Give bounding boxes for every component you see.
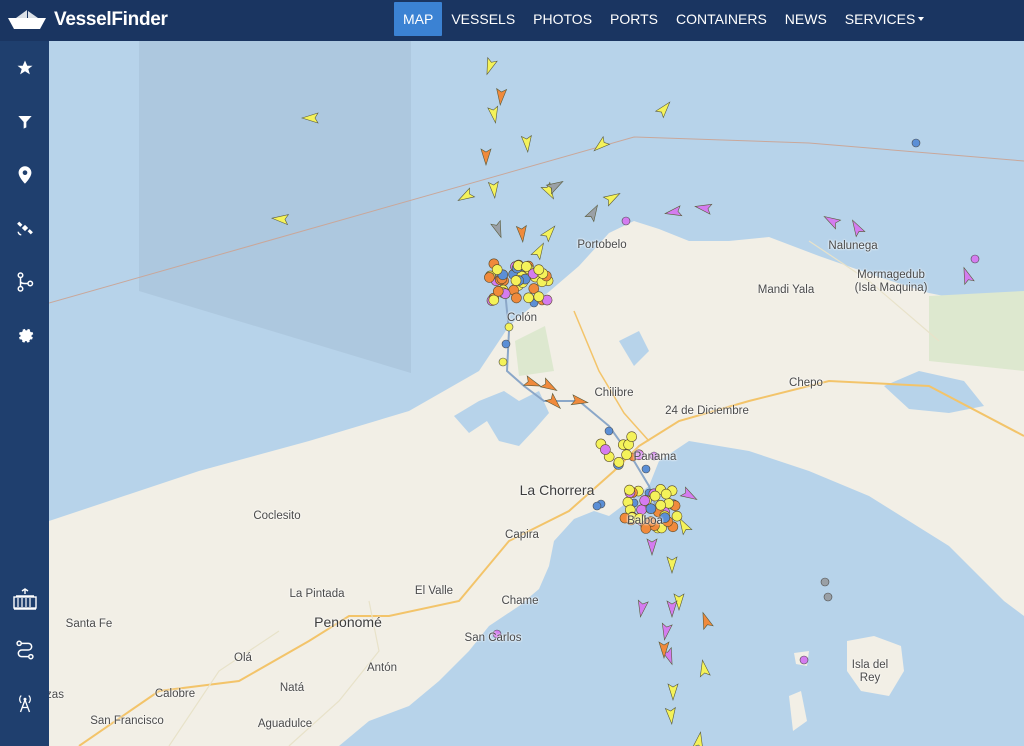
nav-news[interactable]: NEWS	[776, 2, 836, 36]
vessel-marker[interactable]	[671, 510, 683, 522]
top-navigation-bar: VesselFinder MAP VESSELS PHOTOS PORTS CO…	[0, 0, 1024, 41]
place-label: Colón	[506, 312, 538, 324]
place-label: Chilibre	[594, 387, 634, 399]
place-label: Aguadulce	[257, 718, 313, 730]
nav-photos[interactable]: PHOTOS	[524, 2, 601, 36]
vessel-marker[interactable]	[511, 292, 522, 304]
ship-logo-icon	[8, 10, 46, 29]
vessel-marker[interactable]	[492, 286, 504, 297]
vessel-marker[interactable]	[639, 495, 651, 506]
place-label: Coclesito	[253, 510, 301, 522]
place-label: El Valle	[414, 585, 454, 597]
place-label: Calobre	[154, 688, 196, 700]
place-label: Chepo	[789, 377, 823, 389]
place-label: Panama	[633, 451, 677, 463]
vessel-marker[interactable]	[641, 464, 651, 474]
place-label: Natá	[279, 682, 305, 694]
place-label: Mandi Yala	[757, 284, 815, 296]
voyage-route-icon	[15, 640, 34, 660]
vessel-marker[interactable]	[600, 444, 611, 455]
place-label-line: Rey	[859, 672, 881, 684]
satellite-button[interactable]	[0, 208, 49, 248]
place-label: La Pintada	[289, 588, 345, 600]
chevron-down-icon	[918, 17, 925, 22]
vessel-marker[interactable]	[621, 449, 632, 461]
vessel-marker[interactable]	[491, 264, 503, 275]
gear-icon	[18, 328, 33, 343]
vessel-marker[interactable]	[799, 655, 809, 665]
antenna-icon	[18, 695, 31, 713]
nav-services-label: SERVICES	[844, 11, 916, 27]
vessel-marker[interactable]	[533, 291, 545, 302]
place-label: Chame	[501, 595, 539, 607]
vessel-marker[interactable]	[823, 592, 833, 602]
satellite-icon	[16, 221, 33, 236]
place-label: Isla del Rey	[852, 659, 888, 685]
vessel-marker[interactable]	[510, 275, 522, 286]
vessel-marker[interactable]	[533, 264, 545, 275]
vessel-marker[interactable]	[484, 272, 495, 283]
place-label: Portobelo	[577, 239, 627, 251]
filter-button[interactable]	[0, 102, 49, 142]
main-nav: MAP VESSELS PHOTOS PORTS CONTAINERS NEWS…	[394, 2, 933, 36]
vessel-marker[interactable]	[504, 322, 514, 332]
place-label: Antón	[366, 662, 398, 674]
nav-ports[interactable]: PORTS	[601, 2, 667, 36]
place-label: Capira	[505, 529, 539, 541]
vessel-map[interactable]: Portobelo Nalunega Mormagedub (Isla Maqu…	[49, 41, 1024, 746]
place-label: 24 de Diciembre	[665, 405, 749, 417]
vessel-marker[interactable]	[624, 484, 635, 496]
vessel-marker[interactable]	[649, 490, 661, 502]
vessel-marker[interactable]	[911, 138, 921, 148]
vessel-marker[interactable]	[501, 339, 511, 349]
map-tools-sidebar	[0, 41, 49, 746]
vessel-marker[interactable]	[645, 503, 657, 515]
star-icon	[17, 60, 32, 75]
routes-button[interactable]	[0, 262, 49, 302]
place-label-line: (Isla Maquina)	[854, 282, 928, 294]
nav-vessels[interactable]: VESSELS	[442, 2, 524, 36]
place-label: zas	[49, 689, 64, 701]
map-canvas	[49, 41, 1024, 746]
containers-tool-button[interactable]	[0, 579, 49, 619]
vessel-marker[interactable]	[521, 261, 532, 272]
vessel-marker[interactable]	[592, 501, 602, 511]
place-label: Mormagedub (Isla Maquina)	[855, 269, 928, 295]
favorites-button[interactable]	[0, 48, 49, 88]
settings-button[interactable]	[0, 315, 49, 355]
nav-services[interactable]: SERVICES	[836, 2, 934, 36]
vessel-marker[interactable]	[655, 499, 667, 511]
vessel-marker[interactable]	[498, 357, 508, 367]
container-icon	[12, 588, 37, 610]
vessel-marker[interactable]	[636, 504, 647, 516]
place-label-line: Isla del	[851, 659, 889, 671]
place-label-line: Mormagedub	[857, 269, 925, 281]
vessel-marker[interactable]	[820, 577, 830, 587]
place-label: Balboa	[627, 515, 663, 527]
place-label: Penonomé	[314, 614, 382, 630]
brand-logo[interactable]: VesselFinder	[6, 6, 168, 34]
nav-containers[interactable]: CONTAINERS	[667, 2, 776, 36]
place-label: Olá	[234, 652, 252, 664]
vessel-marker[interactable]	[613, 456, 625, 468]
location-pin-icon	[18, 166, 31, 184]
vessel-marker[interactable]	[621, 216, 631, 226]
locations-button[interactable]	[0, 155, 49, 195]
ais-station-button[interactable]	[0, 683, 49, 723]
vessel-marker[interactable]	[523, 292, 534, 304]
filter-icon	[17, 116, 32, 129]
route-icon	[17, 272, 33, 292]
vessel-marker[interactable]	[970, 254, 980, 264]
brand-name: VesselFinder	[54, 9, 168, 30]
vessel-marker[interactable]	[604, 426, 614, 436]
voyage-button[interactable]	[0, 630, 49, 670]
place-label: La Chorrera	[519, 482, 595, 498]
vessel-marker[interactable]	[660, 488, 672, 500]
place-label: San Carlos	[464, 632, 522, 644]
place-label: Santa Fe	[65, 618, 113, 630]
place-label: Nalunega	[828, 240, 878, 252]
nav-map[interactable]: MAP	[394, 2, 443, 36]
vessel-marker[interactable]	[626, 431, 638, 443]
place-label: San Francisco	[90, 715, 164, 727]
